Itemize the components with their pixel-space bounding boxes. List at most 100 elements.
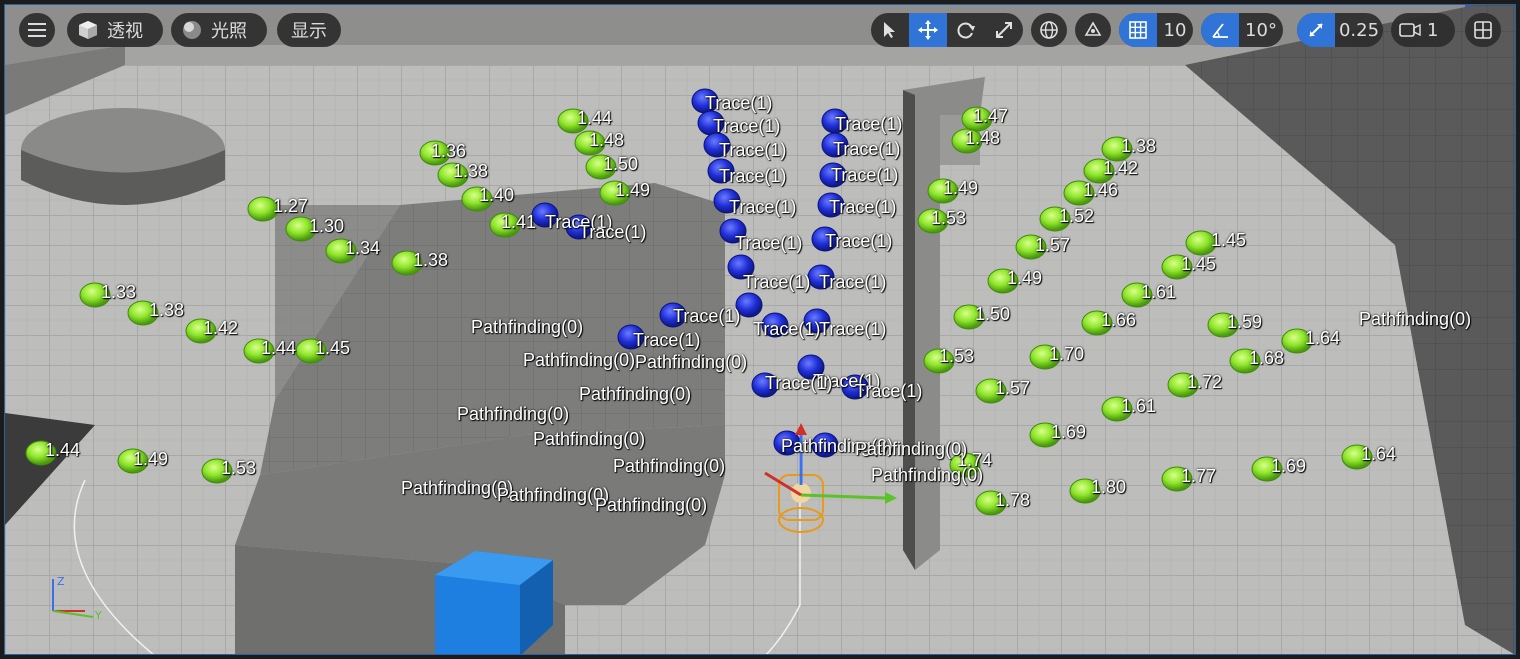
camera-speed-value: 1 — [1427, 19, 1439, 41]
green-cost-sphere — [987, 268, 1019, 294]
green-cost-sphere — [295, 338, 327, 364]
scale-tool-button[interactable] — [985, 13, 1023, 47]
axis-gizmo: Z Y — [52, 575, 102, 622]
blue-trace-sphere — [821, 108, 849, 134]
green-cost-sphere — [975, 490, 1007, 516]
viewport-layout-button[interactable] — [1465, 13, 1501, 47]
blue-trace-sphere — [703, 132, 731, 158]
green-cost-sphere — [127, 300, 159, 326]
green-cost-sphere — [1229, 348, 1261, 374]
green-cost-sphere — [1081, 310, 1113, 336]
axis-y-label: Y — [94, 609, 102, 622]
green-cost-sphere — [1069, 478, 1101, 504]
axis-z-label: Z — [57, 575, 65, 588]
grid-snap-value-text: 10 — [1163, 19, 1187, 41]
green-cost-sphere — [1015, 234, 1047, 260]
blue-trace-sphere — [691, 88, 719, 114]
blue-trace-sphere — [797, 354, 825, 380]
green-cost-sphere — [285, 216, 317, 242]
green-cost-sphere — [1101, 136, 1133, 162]
grid-snap-control: 10 — [1119, 13, 1193, 47]
blue-trace-sphere — [697, 110, 725, 136]
blue-trace-sphere — [841, 374, 869, 400]
select-tool-button[interactable] — [871, 13, 909, 47]
translate-tool-button[interactable] — [909, 13, 947, 47]
view-mode-label: 透视 — [107, 21, 143, 42]
green-cost-sphere — [201, 458, 233, 484]
green-cost-sphere — [489, 212, 521, 238]
green-cost-sphere — [953, 304, 985, 330]
green-cost-sphere — [391, 250, 423, 276]
blue-trace-sphere — [817, 192, 845, 218]
scale-snap-toggle[interactable] — [1297, 13, 1335, 47]
layout-grid-icon — [1474, 21, 1492, 39]
green-cost-sphere — [1161, 466, 1193, 492]
grid-icon — [1129, 21, 1147, 39]
blue-trace-sphere — [761, 312, 789, 338]
green-cost-sphere — [461, 186, 493, 212]
green-cost-sphere — [243, 338, 275, 364]
lighting-sphere-icon — [183, 21, 201, 39]
blue-trace-sphere — [803, 308, 831, 334]
green-cost-sphere — [1161, 254, 1193, 280]
blue-trace-sphere — [751, 372, 779, 398]
green-cost-sphere — [25, 440, 57, 466]
rotate-icon — [957, 22, 975, 39]
menu-button[interactable] — [19, 13, 55, 47]
green-cost-sphere — [557, 108, 589, 134]
green-cost-sphere — [1101, 396, 1133, 422]
show-button[interactable]: 显示 — [277, 13, 341, 47]
blue-trace-sphere — [617, 324, 645, 350]
green-cost-sphere — [1341, 444, 1373, 470]
green-cost-sphere — [599, 180, 631, 206]
rotation-snap-value-text: 10° — [1245, 19, 1277, 41]
blue-trace-sphere — [565, 214, 593, 240]
surface-snap-button[interactable] — [1075, 13, 1111, 47]
scale-snap-value-text: 0.25 — [1338, 19, 1380, 41]
camera-icon — [1399, 23, 1421, 37]
blue-trace-sphere — [735, 292, 763, 318]
hamburger-icon — [28, 23, 46, 37]
show-label: 显示 — [291, 21, 327, 42]
green-cost-sphere — [574, 130, 606, 156]
green-cost-sphere — [1029, 422, 1061, 448]
blue-trace-sphere — [819, 162, 847, 188]
scale-icon — [996, 22, 1012, 38]
green-cost-sphere — [585, 154, 617, 180]
grid-snap-value[interactable]: 10 — [1157, 13, 1193, 47]
cursor-icon — [884, 22, 895, 38]
angle-icon — [1212, 23, 1228, 38]
green-cost-sphere — [1039, 206, 1071, 232]
blue-trace-sphere — [707, 158, 735, 184]
green-cost-sphere — [185, 318, 217, 344]
green-cost-sphere — [949, 452, 981, 478]
blue-trace-sphere — [821, 132, 849, 158]
camera-speed-button[interactable]: 1 — [1391, 13, 1455, 47]
green-cost-sphere — [79, 282, 111, 308]
grid-snap-toggle[interactable] — [1119, 13, 1157, 47]
blue-trace-sphere — [719, 218, 747, 244]
rotation-snap-value[interactable]: 10° — [1239, 13, 1283, 47]
scale-snap-value[interactable]: 0.25 — [1335, 13, 1383, 47]
scale-snap-control: 0.25 — [1297, 13, 1383, 47]
blue-trace-sphere — [811, 226, 839, 252]
green-cost-sphere — [975, 378, 1007, 404]
blue-trace-sphere — [811, 432, 839, 458]
green-cost-sphere — [917, 208, 949, 234]
green-cost-sphere — [247, 196, 279, 222]
view-mode-button[interactable]: 透视 — [67, 13, 163, 47]
level-viewport[interactable]: 1.44 1.48 1.50 1.36 1.38 1.49 1.40 1.41 1.27 1.30… — [4, 4, 1516, 655]
green-cost-sphere — [325, 238, 357, 264]
green-cost-sphere — [951, 128, 983, 154]
green-cost-sphere — [437, 162, 469, 188]
cube-icon — [79, 21, 97, 39]
green-cost-sphere — [1121, 282, 1153, 308]
green-cost-sphere — [1185, 230, 1217, 256]
lighting-button[interactable]: 光照 — [171, 13, 267, 47]
world-local-button[interactable] — [1031, 13, 1067, 47]
scale-snap-icon — [1309, 23, 1323, 37]
rotation-snap-toggle[interactable] — [1201, 13, 1239, 47]
rotate-tool-button[interactable] — [947, 13, 985, 47]
scene-render[interactable] — [5, 5, 1516, 655]
blue-trace-sphere — [807, 264, 835, 290]
